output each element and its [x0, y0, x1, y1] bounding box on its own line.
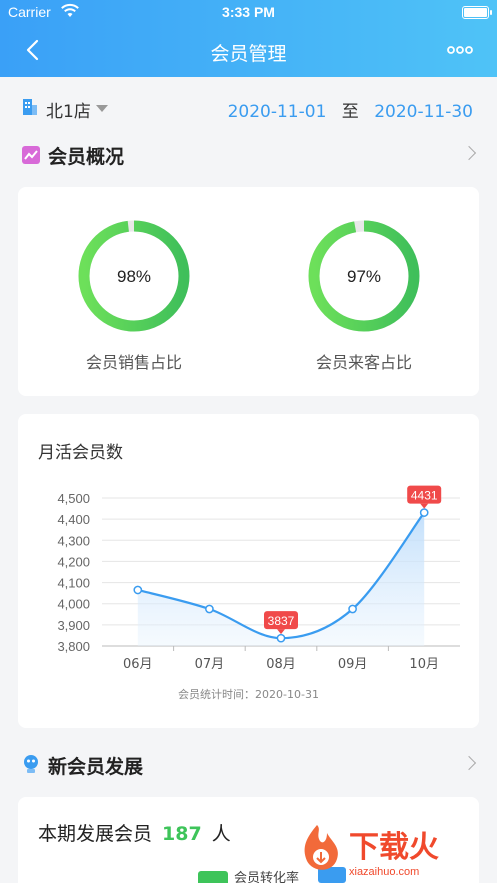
chevron-right-icon[interactable]: [461, 755, 477, 771]
y-tick-label: 3,900: [57, 618, 90, 633]
overview-card: 98% 会员销售占比 97% 会员来客占比: [18, 187, 479, 396]
mascot-icon: [24, 755, 38, 773]
monthly-active-chart: 3,800 3,900 4,000 4,100 4,200 4,300 4,400 4,500…: [57, 485, 460, 672]
legend-item: 会员转化率: [198, 867, 299, 883]
status-bar: Carrier 3:33 PM: [0, 0, 497, 26]
ring-value-sales: 98%: [117, 267, 151, 286]
ring-label-visits: 会员来客占比: [315, 353, 412, 372]
x-tick-label: 10月: [409, 657, 439, 672]
y-tick-label: 4,300: [57, 533, 90, 548]
ring-chart: 97%: [308, 220, 420, 332]
callout-pointer: [277, 629, 285, 635]
start-date[interactable]: 2020-11-01: [228, 102, 327, 122]
data-point: [133, 585, 143, 595]
page-title: 会员管理: [210, 43, 287, 65]
data-point: [276, 633, 286, 643]
data-point: [419, 508, 429, 517]
y-tick-label: 4,000: [57, 597, 90, 612]
y-tick-label: 4,500: [57, 491, 90, 506]
ring-sales: 98% 会员销售占比: [48, 217, 248, 377]
ring-visits: 97% 会员来客占比: [278, 217, 478, 377]
nav-bar: 会员管理: [0, 26, 497, 76]
store-selector[interactable]: 北1店: [46, 97, 91, 122]
filter-row: 北1店 2020-11-01 至 2020-11-30: [0, 92, 497, 126]
data-point: [205, 604, 214, 614]
y-tick-label: 4,200: [57, 554, 90, 569]
svg-text:下载火: 下载火: [349, 830, 439, 865]
watermark-logo: 下载火 xiazaihuo.com: [287, 813, 497, 883]
flame-logo-icon: 下载火 xiazaihuo.com: [304, 825, 439, 878]
callout-pointer: [420, 503, 429, 509]
svg-text:xiazaihuo.com: xiazaihuo.com: [349, 866, 419, 878]
building-icon: [23, 99, 37, 115]
growth-title: 新会员发展: [48, 756, 144, 778]
x-tick-label: 09月: [338, 657, 368, 672]
chevron-right-icon[interactable]: [461, 145, 477, 161]
y-tick-label: 3,800: [57, 639, 90, 654]
new-member-count: 本期发展会员 187 人: [38, 819, 231, 846]
more-dots-icon[interactable]: [447, 40, 473, 60]
data-label: 4431: [411, 489, 438, 503]
ring-value-visits: 97%: [347, 267, 381, 286]
chart-footnote: 会员统计时间：2020-10-31: [178, 688, 319, 701]
data-label: 3837: [268, 614, 295, 628]
trend-chart-icon: [22, 146, 40, 164]
date-separator: 至: [341, 102, 359, 122]
x-tick-label: 08月: [266, 657, 296, 672]
caret-down-icon[interactable]: [96, 105, 108, 112]
y-tick-label: 4,100: [57, 576, 90, 591]
data-point: [348, 604, 357, 614]
battery-icon: [462, 6, 492, 19]
x-tick-label: 06月: [123, 657, 153, 672]
count-label: 本期发展会员: [38, 823, 153, 845]
end-date[interactable]: 2020-11-30: [374, 102, 473, 122]
legend-swatch-green: [198, 870, 228, 883]
app-header: Carrier 3:33 PM 会员管理: [0, 0, 497, 77]
date-range: 2020-11-01 至 2020-11-30: [228, 97, 473, 122]
overview-title: 会员概况: [48, 146, 125, 168]
count-value: 187: [162, 823, 202, 845]
ring-label-sales: 会员销售占比: [85, 353, 182, 372]
growth-section-header[interactable]: 新会员发展: [22, 750, 482, 780]
x-tick-label: 07月: [195, 657, 225, 672]
ring-chart: 98%: [78, 220, 190, 332]
overview-section-header[interactable]: 会员概况: [22, 140, 482, 170]
status-time: 3:33 PM: [222, 4, 275, 20]
count-unit: 人: [211, 823, 231, 845]
y-tick-label: 4,400: [57, 512, 90, 527]
monthly-active-card: 月活会员数 3,800 3,900 4,000 4,100 4,200 4,300 4,40…: [18, 414, 479, 728]
